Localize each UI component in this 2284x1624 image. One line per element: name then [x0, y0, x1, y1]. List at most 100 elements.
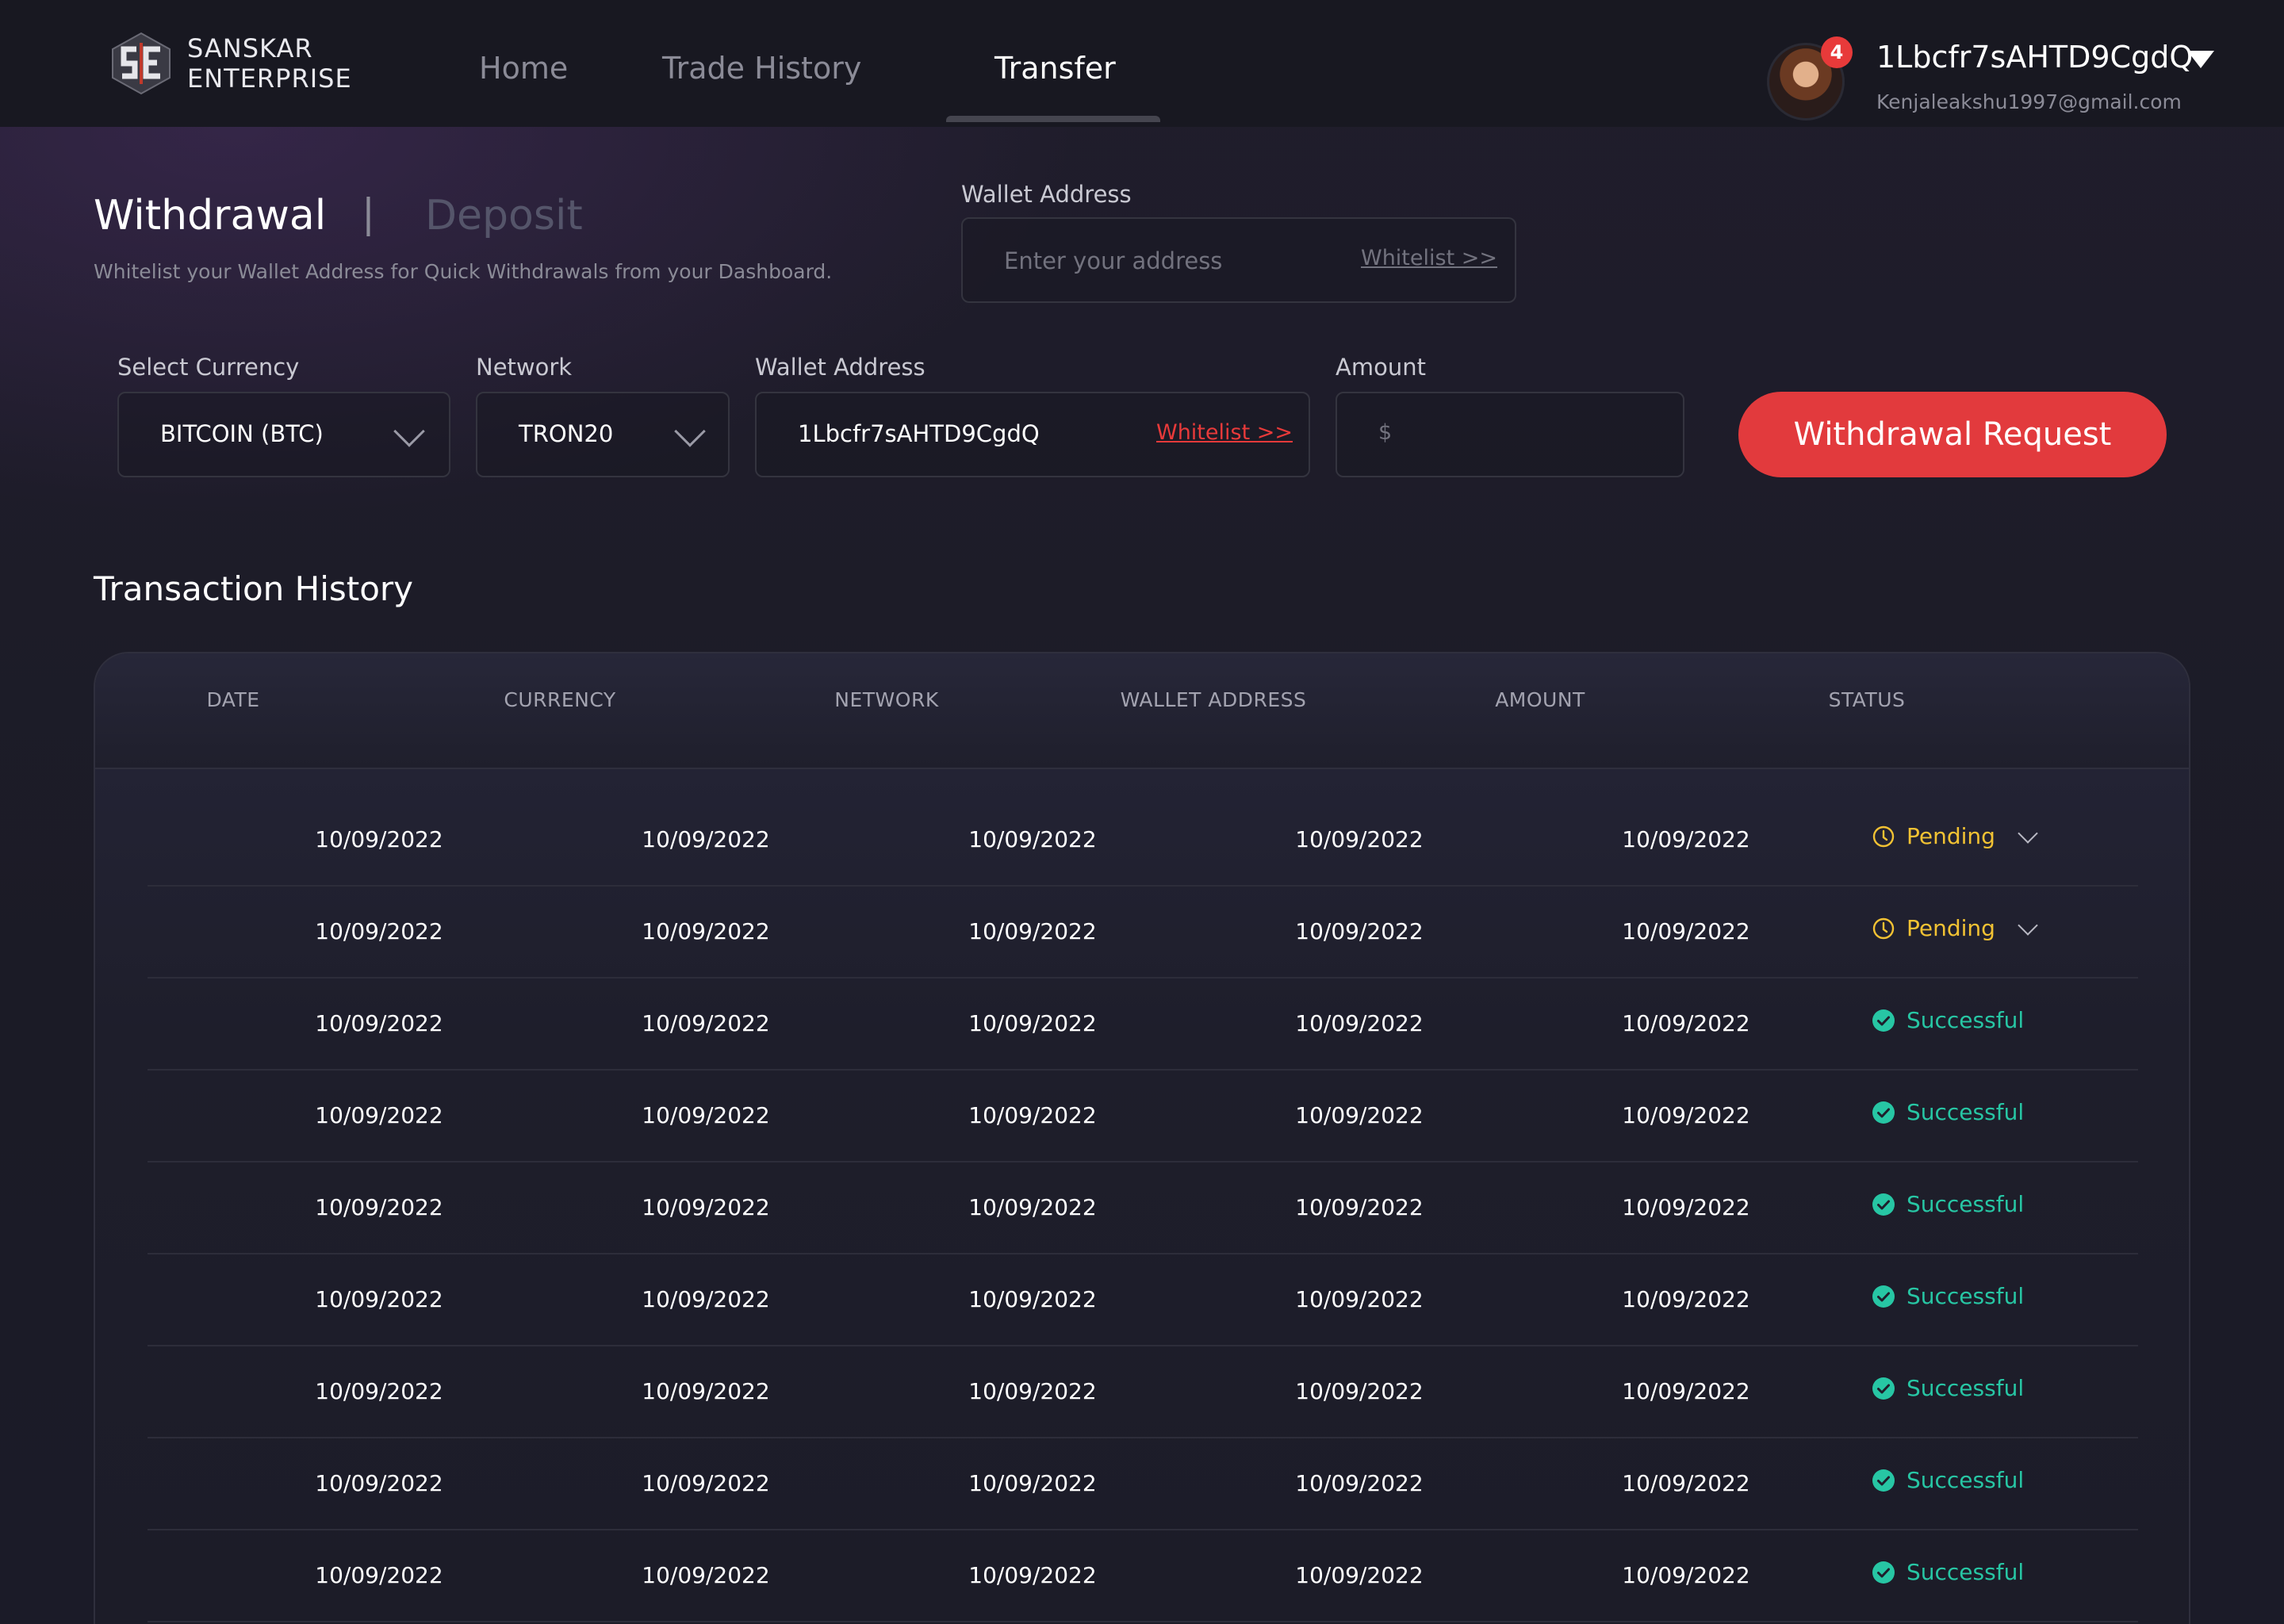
tab-deposit[interactable]: Deposit	[425, 192, 583, 239]
table-row[interactable]: 10/09/2022 10/09/2022 10/09/2022 10/09/2022…	[148, 1162, 2138, 1254]
status-label: Successful	[1907, 1283, 2025, 1309]
cell-amount: 10/09/2022	[1622, 1286, 1750, 1312]
network-label: Network	[476, 354, 573, 381]
cell-date: 10/09/2022	[315, 918, 443, 944]
cell-network: 10/09/2022	[968, 918, 1097, 944]
chevron-down-icon	[674, 416, 706, 447]
tab-withdrawal[interactable]: Withdrawal	[94, 192, 326, 239]
nav-transfer[interactable]: Transfer	[994, 51, 1116, 86]
cell-amount: 10/09/2022	[1622, 1194, 1750, 1220]
table-row[interactable]: 10/09/2022 10/09/2022 10/09/2022 10/09/2022…	[148, 979, 2138, 1071]
chevron-down-icon[interactable]	[2018, 822, 2038, 844]
currency-label: Select Currency	[117, 354, 300, 381]
status-badge: Successful	[1872, 1467, 2024, 1493]
status-badge: Successful	[1872, 1375, 2024, 1401]
transfer-page: SANSKAR ENTERPRISE Home Trade History Tr…	[0, 0, 2284, 1624]
caret-down-icon[interactable]	[2187, 51, 2214, 68]
status-badge: Successful	[1872, 1559, 2024, 1585]
table-row[interactable]: 10/09/2022 10/09/2022 10/09/2022 10/09/2022…	[148, 1346, 2138, 1438]
table-row[interactable]: 10/09/2022 10/09/2022 10/09/2022 10/09/2022…	[148, 1071, 2138, 1162]
chevron-down-icon	[393, 416, 425, 447]
cell-network: 10/09/2022	[968, 1378, 1097, 1404]
whitelist-address-input[interactable]	[1004, 243, 1337, 279]
status-label: Pending	[1907, 915, 1995, 941]
cell-currency: 10/09/2022	[642, 1470, 770, 1496]
cell-wallet: 10/09/2022	[1295, 1470, 1424, 1496]
table-row[interactable]: 10/09/2022 10/09/2022 10/09/2022 10/09/2022…	[148, 1438, 2138, 1530]
status-badge: Successful	[1872, 1283, 2024, 1309]
status-badge: Successful	[1872, 1191, 2024, 1217]
network-select[interactable]: TRON20	[476, 392, 730, 477]
status-badge[interactable]: Pending	[1872, 822, 2038, 849]
cell-currency: 10/09/2022	[642, 1378, 770, 1404]
status-label: Successful	[1907, 1375, 2025, 1401]
cell-network: 10/09/2022	[968, 1286, 1097, 1312]
cell-date: 10/09/2022	[315, 826, 443, 852]
cell-network: 10/09/2022	[968, 1194, 1097, 1220]
cell-wallet: 10/09/2022	[1295, 1102, 1424, 1128]
notification-badge: 4	[1821, 36, 1853, 68]
whitelist-wallet-label: Wallet Address	[961, 181, 1132, 208]
top-header: SANSKAR ENTERPRISE Home Trade History Tr…	[0, 0, 2284, 127]
page-subtitle: Whitelist your Wallet Address for Quick …	[94, 260, 833, 283]
cell-currency: 10/09/2022	[642, 1286, 770, 1312]
brand-name-line2: ENTERPRISE	[187, 63, 352, 94]
nav-trade-history[interactable]: Trade History	[662, 51, 861, 86]
column-header-wallet-address: WALLET ADDRESS	[1120, 688, 1307, 711]
user-avatar-button[interactable]: 4	[1767, 36, 1853, 121]
wallet-whitelist-link[interactable]: Whitelist >>	[1156, 420, 1293, 445]
cell-wallet: 10/09/2022	[1295, 1286, 1424, 1312]
cell-currency: 10/09/2022	[642, 1010, 770, 1036]
cell-wallet: 10/09/2022	[1295, 1562, 1424, 1588]
clock-icon	[1872, 917, 1895, 939]
cell-amount: 10/09/2022	[1622, 1470, 1750, 1496]
logo-icon	[112, 32, 171, 95]
cell-amount: 10/09/2022	[1622, 1010, 1750, 1036]
cell-amount: 10/09/2022	[1622, 826, 1750, 852]
table-row[interactable]: 10/09/2022 10/09/2022 10/09/2022 10/09/2022…	[148, 887, 2138, 979]
cell-date: 10/09/2022	[315, 1286, 443, 1312]
amount-label: Amount	[1336, 354, 1426, 381]
cell-wallet: 10/09/2022	[1295, 1378, 1424, 1404]
brand-logo[interactable]: SANSKAR ENTERPRISE	[108, 30, 352, 97]
table-header: DATE CURRENCY NETWORK WALLET ADDRESS AMOUNT S…	[95, 653, 2189, 769]
currency-value: BITCOIN (BTC)	[160, 420, 324, 447]
cell-network: 10/09/2022	[968, 1102, 1097, 1128]
table-row[interactable]: 10/09/2022 10/09/2022 10/09/2022 10/09/2022…	[148, 1530, 2138, 1622]
nav-home[interactable]: Home	[479, 51, 568, 86]
status-badge[interactable]: Pending	[1872, 914, 2038, 941]
check-circle-icon	[1872, 1561, 1895, 1584]
check-circle-icon	[1872, 1285, 1895, 1308]
chevron-down-icon[interactable]	[2018, 914, 2038, 936]
cell-currency: 10/09/2022	[642, 1194, 770, 1220]
whitelist-link[interactable]: Whitelist >>	[1361, 246, 1497, 270]
column-header-status: STATUS	[1828, 688, 1906, 711]
cell-amount: 10/09/2022	[1622, 1378, 1750, 1404]
user-name[interactable]: 1Lbcfr7sAHTD9CgdQ	[1876, 40, 2193, 75]
whitelist-wallet-field: Whitelist >>	[961, 217, 1516, 303]
cell-wallet: 10/09/2022	[1295, 826, 1424, 852]
network-value: TRON20	[519, 420, 614, 447]
table-row[interactable]: 10/09/2022 10/09/2022 10/09/2022 10/09/2022…	[148, 1254, 2138, 1346]
brand-name-line1: SANSKAR	[187, 33, 313, 63]
column-header-network: NETWORK	[834, 688, 939, 711]
check-circle-icon	[1872, 1009, 1895, 1032]
status-label: Successful	[1907, 1007, 2025, 1033]
user-email: Kenjaleakshu1997@gmail.com	[1876, 90, 2182, 113]
cell-wallet: 10/09/2022	[1295, 918, 1424, 944]
check-circle-icon	[1872, 1377, 1895, 1400]
cell-date: 10/09/2022	[315, 1194, 443, 1220]
withdrawal-request-button[interactable]: Withdrawal Request	[1738, 392, 2167, 477]
table-row[interactable]: 10/09/2022 10/09/2022 10/09/2022 10/09/2022…	[148, 795, 2138, 887]
status-badge: Successful	[1872, 1007, 2024, 1033]
cell-currency: 10/09/2022	[642, 826, 770, 852]
cell-network: 10/09/2022	[968, 826, 1097, 852]
tab-separator: |	[362, 190, 375, 236]
currency-select[interactable]: BITCOIN (BTC)	[117, 392, 450, 477]
brand-name: SANSKAR ENTERPRISE	[187, 33, 352, 94]
check-circle-icon	[1872, 1469, 1895, 1492]
wallet-address-field[interactable]: 1Lbcfr7sAHTD9CgdQ Whitelist >>	[755, 392, 1310, 477]
status-label: Successful	[1907, 1191, 2025, 1217]
clock-icon	[1872, 825, 1895, 847]
amount-field[interactable]: $	[1336, 392, 1684, 477]
